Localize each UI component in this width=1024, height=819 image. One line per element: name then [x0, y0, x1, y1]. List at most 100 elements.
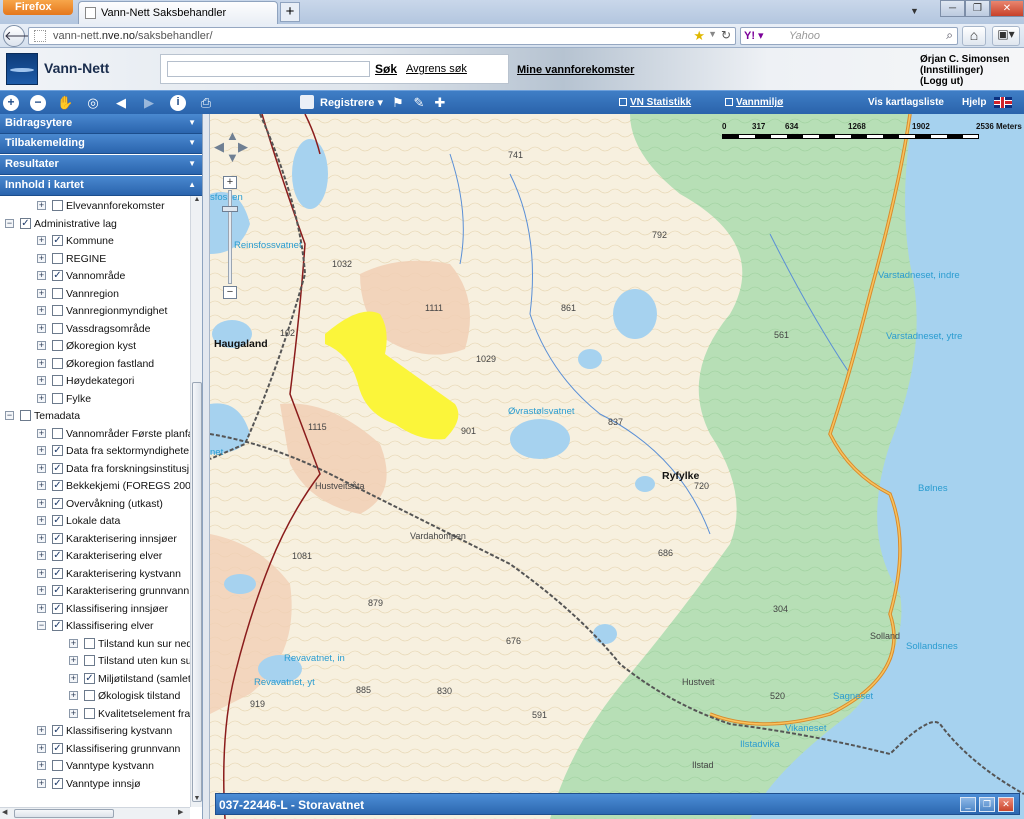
vn-statistikk-link[interactable]: VN Statistikk	[619, 97, 691, 108]
close-window-button[interactable]: ✕	[990, 0, 1024, 17]
registrere-menu[interactable]: Registrere ▾	[320, 96, 383, 109]
browser-search-field[interactable]: Y! ▾ Yahoo ⌕	[740, 27, 958, 45]
sidebar-splitter[interactable]	[203, 114, 210, 819]
expand-icon[interactable]: +	[37, 533, 46, 543]
yahoo-engine-icon[interactable]: Y! ▾	[744, 29, 764, 42]
address-bar[interactable]: vann-nett.nve.no/saksbehandler/ ★ ▼ ↻	[28, 27, 736, 45]
pan-control-icon[interactable]: ▲ ▼ ◀ ▶	[214, 128, 248, 165]
layer-checkbox[interactable]	[52, 287, 63, 299]
panel-restore-button[interactable]: ❐	[979, 797, 995, 812]
panel-bidragsytere[interactable]: Bidragsytere ▼	[0, 114, 202, 134]
panel-innhold-i-kartet[interactable]: Innhold i kartet ▲	[0, 176, 202, 196]
expand-icon[interactable]: +	[37, 253, 46, 263]
layer-checkbox[interactable]	[52, 340, 63, 351]
layer-checkbox[interactable]: ✓	[20, 217, 31, 229]
expand-icon[interactable]: +	[37, 288, 46, 298]
map-zoom-out-button[interactable]: −	[223, 286, 237, 299]
expand-icon[interactable]: +	[37, 446, 46, 455]
expand-icon[interactable]: +	[37, 551, 46, 560]
layer-checkbox[interactable]: ✓	[52, 462, 63, 474]
expand-icon[interactable]: +	[37, 271, 46, 280]
layer-checkbox[interactable]: ✓	[52, 777, 63, 789]
minimize-button[interactable]: ─	[940, 0, 965, 17]
layer-checkbox[interactable]	[52, 252, 63, 264]
layer-checkbox[interactable]	[84, 707, 95, 719]
zoom-to-extent-icon[interactable]: ◎	[85, 95, 101, 111]
scroll-up-icon[interactable]: ▲	[191, 196, 203, 208]
layer-checkbox[interactable]: ✓	[52, 480, 63, 491]
scroll-down-icon[interactable]: ▼	[191, 795, 203, 807]
pan-hand-icon[interactable]: ✋	[57, 95, 73, 111]
logout-link[interactable]: (Logg ut)	[920, 76, 1009, 87]
layer-checkbox[interactable]	[52, 427, 63, 439]
expand-icon[interactable]: +	[37, 761, 46, 770]
expand-icon[interactable]: +	[69, 638, 78, 648]
selected-waterbody-bar[interactable]: 037-22446-L - Storavatnet _ ❐ ✕	[215, 793, 1020, 815]
layer-list-link[interactable]: Vis kartlagsliste	[868, 97, 944, 108]
zoom-slider-thumb[interactable]	[222, 206, 238, 212]
scrollbar-thumb[interactable]	[192, 382, 202, 802]
scrollbar-thumb[interactable]	[14, 809, 114, 818]
layer-checkbox[interactable]	[52, 322, 63, 334]
search-button[interactable]: Søk	[375, 62, 397, 76]
settings-link[interactable]: (Innstillinger)	[920, 65, 1009, 76]
layer-tree-vertical-scrollbar[interactable]: ▲ ▼	[190, 196, 202, 807]
scroll-right-icon[interactable]: ▶	[178, 808, 183, 816]
my-waterbodies-link[interactable]: Mine vannforekomster	[517, 64, 634, 76]
expand-icon[interactable]: +	[69, 673, 78, 683]
panel-resultater[interactable]: Resultater ▼	[0, 155, 202, 175]
layer-checkbox[interactable]	[84, 637, 95, 649]
maximize-button[interactable]: ❐	[965, 0, 990, 17]
addon-button[interactable]: ▣▾	[992, 26, 1020, 46]
expand-icon[interactable]: +	[37, 236, 46, 245]
panel-tilbakemelding[interactable]: Tilbakemelding ▼	[0, 134, 202, 154]
expand-icon[interactable]: +	[37, 498, 46, 508]
expand-icon[interactable]: +	[37, 743, 46, 753]
layer-checkbox[interactable]: ✓	[52, 602, 63, 614]
expand-icon[interactable]: +	[37, 201, 46, 210]
layer-checkbox[interactable]: ✓	[52, 585, 63, 596]
layer-checkbox[interactable]	[20, 410, 31, 421]
expand-icon[interactable]: +	[37, 358, 46, 368]
map-zoom-in-button[interactable]: +	[223, 176, 237, 189]
back-button[interactable]: 🡐	[3, 25, 39, 47]
layer-checkbox[interactable]	[52, 200, 63, 211]
layer-checkbox[interactable]: ✓	[52, 620, 63, 631]
draw-pencil-icon[interactable]: ✎	[411, 95, 427, 111]
add-user-icon[interactable]: ✚	[432, 95, 448, 111]
layer-checkbox[interactable]: ✓	[84, 672, 95, 684]
layer-checkbox[interactable]	[52, 375, 63, 386]
expand-icon[interactable]: +	[37, 586, 46, 595]
help-link[interactable]: Hjelp	[962, 97, 986, 108]
collapse-icon[interactable]: −	[5, 218, 14, 228]
expand-icon[interactable]: +	[37, 778, 46, 788]
next-extent-icon[interactable]: ▶	[141, 95, 157, 111]
layer-checkbox[interactable]: ✓	[52, 445, 63, 456]
expand-icon[interactable]: +	[37, 393, 46, 403]
english-flag-icon[interactable]	[994, 97, 1012, 108]
firefox-menu-button[interactable]: Firefox	[3, 0, 73, 15]
expand-icon[interactable]: +	[69, 656, 78, 665]
new-tab-button[interactable]: +	[280, 2, 300, 22]
layer-checkbox[interactable]	[52, 392, 63, 404]
layer-checkbox[interactable]	[84, 690, 95, 701]
expand-icon[interactable]: +	[37, 568, 46, 578]
layer-checkbox[interactable]: ✓	[52, 725, 63, 736]
url-dropdown-icon[interactable]: ▼	[708, 29, 717, 39]
home-button[interactable]: ⌂	[962, 26, 986, 46]
refine-search-link[interactable]: Avgrens søk	[406, 63, 467, 75]
layer-checkbox[interactable]: ✓	[52, 742, 63, 754]
expand-icon[interactable]: +	[37, 341, 46, 350]
expand-icon[interactable]: +	[37, 603, 46, 613]
layer-checkbox[interactable]	[52, 357, 63, 369]
reload-icon[interactable]: ↻	[721, 28, 731, 42]
expand-icon[interactable]: +	[37, 463, 46, 473]
expand-icon[interactable]: +	[37, 516, 46, 525]
panel-close-button[interactable]: ✕	[998, 797, 1014, 812]
tab-list-chevron-icon[interactable]: ▼	[910, 6, 919, 16]
scroll-left-icon[interactable]: ◀	[2, 808, 7, 816]
zoom-slider-track[interactable]	[228, 190, 232, 284]
collapse-icon[interactable]: −	[37, 621, 46, 630]
expand-icon[interactable]: +	[37, 306, 46, 315]
zoom-in-icon[interactable]: +	[3, 95, 19, 111]
